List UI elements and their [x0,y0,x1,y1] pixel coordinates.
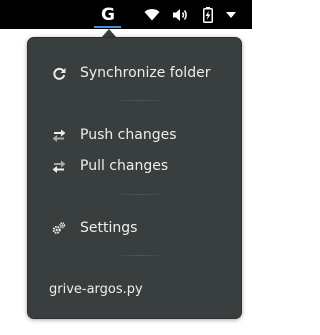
wifi-icon[interactable] [143,0,161,29]
grive-indicator-button[interactable]: G [94,0,122,29]
menu-item-label: Synchronize folder [80,65,211,81]
menu-item-settings[interactable]: Settings [28,213,241,243]
battery-charging-icon[interactable] [201,0,215,29]
menu-item-label: Pull changes [80,158,169,174]
top-bar: G [0,0,252,29]
settings-gears-icon [52,221,66,235]
grive-indicator-label: G [101,4,115,25]
script-name-label: grive-argos.py [49,282,143,297]
menu-item-pull-changes[interactable]: Pull changes [28,151,241,181]
refresh-icon [52,66,66,80]
menu-separator [112,194,168,195]
active-indicator-underline [94,26,121,28]
push-arrows-icon [52,128,66,142]
menu-separator [112,100,168,101]
menu-item-synchronize-folder[interactable]: Synchronize folder [28,58,241,88]
grive-dropdown-menu: Synchronize folder Push changes Pull cha… [27,37,242,319]
menu-item-label: Push changes [80,127,177,143]
menu-separator [112,255,168,256]
pull-arrows-icon [52,159,66,173]
menu-item-label: Settings [80,220,138,236]
menu-item-push-changes[interactable]: Push changes [28,120,241,150]
dropdown-arrow-icon[interactable] [224,0,238,29]
volume-icon[interactable] [171,0,189,29]
